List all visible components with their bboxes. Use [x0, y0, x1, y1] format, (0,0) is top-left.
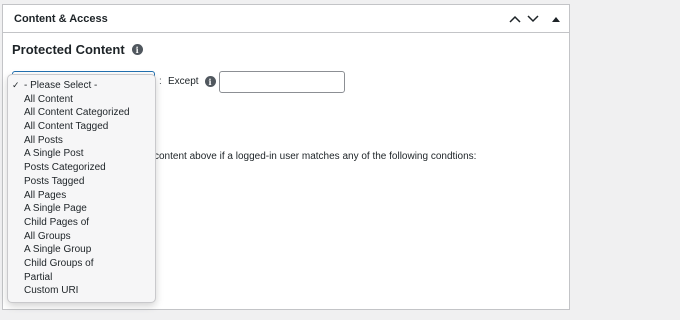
- dropdown-option[interactable]: All Groups: [8, 230, 155, 244]
- toggle-panel-button[interactable]: [548, 11, 564, 27]
- dropdown-option[interactable]: Posts Tagged: [8, 175, 155, 189]
- dropdown-option[interactable]: Child Groups of: [8, 257, 155, 271]
- dropdown-option[interactable]: All Content Tagged: [8, 120, 155, 134]
- protected-content-heading: Protected Content i: [12, 42, 143, 57]
- dropdown-option[interactable]: Custom URI: [8, 284, 155, 298]
- chevron-up-icon: [509, 15, 521, 23]
- content-type-dropdown[interactable]: ✓ - Please Select - All Content All Conte…: [7, 74, 156, 303]
- except-label: Except i: [168, 76, 216, 87]
- rule-colon: :: [159, 76, 162, 87]
- dropdown-option[interactable]: All Posts: [8, 134, 155, 148]
- dropdown-option[interactable]: All Content Categorized: [8, 106, 155, 120]
- section-title-text: Protected Content: [12, 42, 125, 57]
- dropdown-option[interactable]: All Content: [8, 93, 155, 107]
- dropdown-option-please-select[interactable]: ✓ - Please Select -: [8, 79, 155, 93]
- triangle-up-icon: [552, 17, 560, 22]
- panel-title: Content & Access: [14, 12, 108, 25]
- dropdown-option[interactable]: Posts Categorized: [8, 161, 155, 175]
- dropdown-option[interactable]: Partial: [8, 271, 155, 285]
- dropdown-option[interactable]: A Single Group: [8, 243, 155, 257]
- panel-header: Content & Access: [3, 5, 569, 33]
- dropdown-option[interactable]: A Single Post: [8, 147, 155, 161]
- info-icon[interactable]: i: [131, 44, 143, 55]
- except-input[interactable]: [219, 71, 345, 93]
- dropdown-option[interactable]: All Pages: [8, 189, 155, 203]
- checkmark-icon: ✓: [12, 80, 20, 90]
- dropdown-option[interactable]: Child Pages of: [8, 216, 155, 230]
- except-info-icon[interactable]: i: [204, 76, 216, 87]
- chevron-down-icon: [527, 15, 539, 23]
- dropdown-option[interactable]: A Single Page: [8, 202, 155, 216]
- conditions-text: content above if a logged-in user matche…: [154, 151, 477, 162]
- except-label-text: Except: [168, 76, 199, 87]
- move-up-button[interactable]: [507, 11, 523, 27]
- move-down-button[interactable]: [525, 11, 541, 27]
